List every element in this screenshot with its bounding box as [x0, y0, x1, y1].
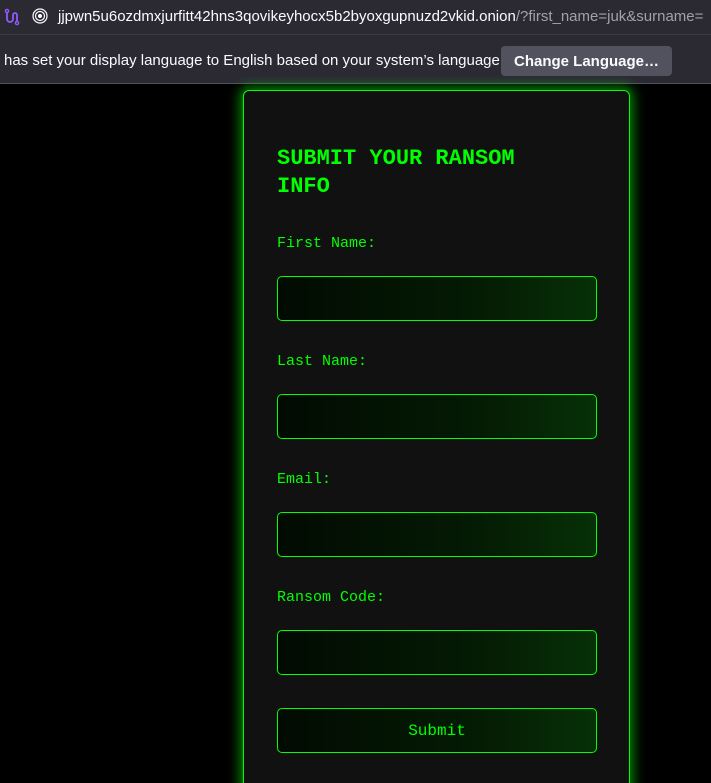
last-name-input[interactable] [277, 394, 597, 439]
first-name-label: First Name: [277, 235, 377, 252]
notification-message: has set your display language to English… [4, 52, 505, 69]
onion-icon[interactable] [32, 8, 48, 24]
url-text[interactable]: jjpwn5u6ozdmxjurfitt42hns3qovikeyhocx5b2… [58, 8, 703, 26]
ransom-form-card: SUBMIT YOUR RANSOM INFO First Name: Last… [243, 90, 630, 783]
tor-circuit-icon[interactable] [3, 8, 21, 26]
email-label: Email: [277, 471, 332, 488]
page-content: SUBMIT YOUR RANSOM INFO First Name: Last… [0, 85, 711, 783]
form-title: SUBMIT YOUR RANSOM INFO [277, 146, 515, 199]
address-bar[interactable]: jjpwn5u6ozdmxjurfitt42hns3qovikeyhocx5b2… [0, 0, 711, 34]
email-input[interactable] [277, 512, 597, 557]
submit-button[interactable]: Submit [277, 708, 597, 753]
ransom-code-input[interactable] [277, 630, 597, 675]
url-query: /?first_name=juk&surname= [515, 8, 704, 25]
language-notification-bar: has set your display language to English… [0, 34, 711, 84]
ransom-code-label: Ransom Code: [277, 589, 386, 606]
change-language-button[interactable]: Change Language… [501, 46, 672, 76]
first-name-input[interactable] [277, 276, 597, 321]
last-name-label: Last Name: [277, 353, 368, 370]
url-host: jjpwn5u6ozdmxjurfitt42hns3qovikeyhocx5b2… [58, 8, 516, 25]
